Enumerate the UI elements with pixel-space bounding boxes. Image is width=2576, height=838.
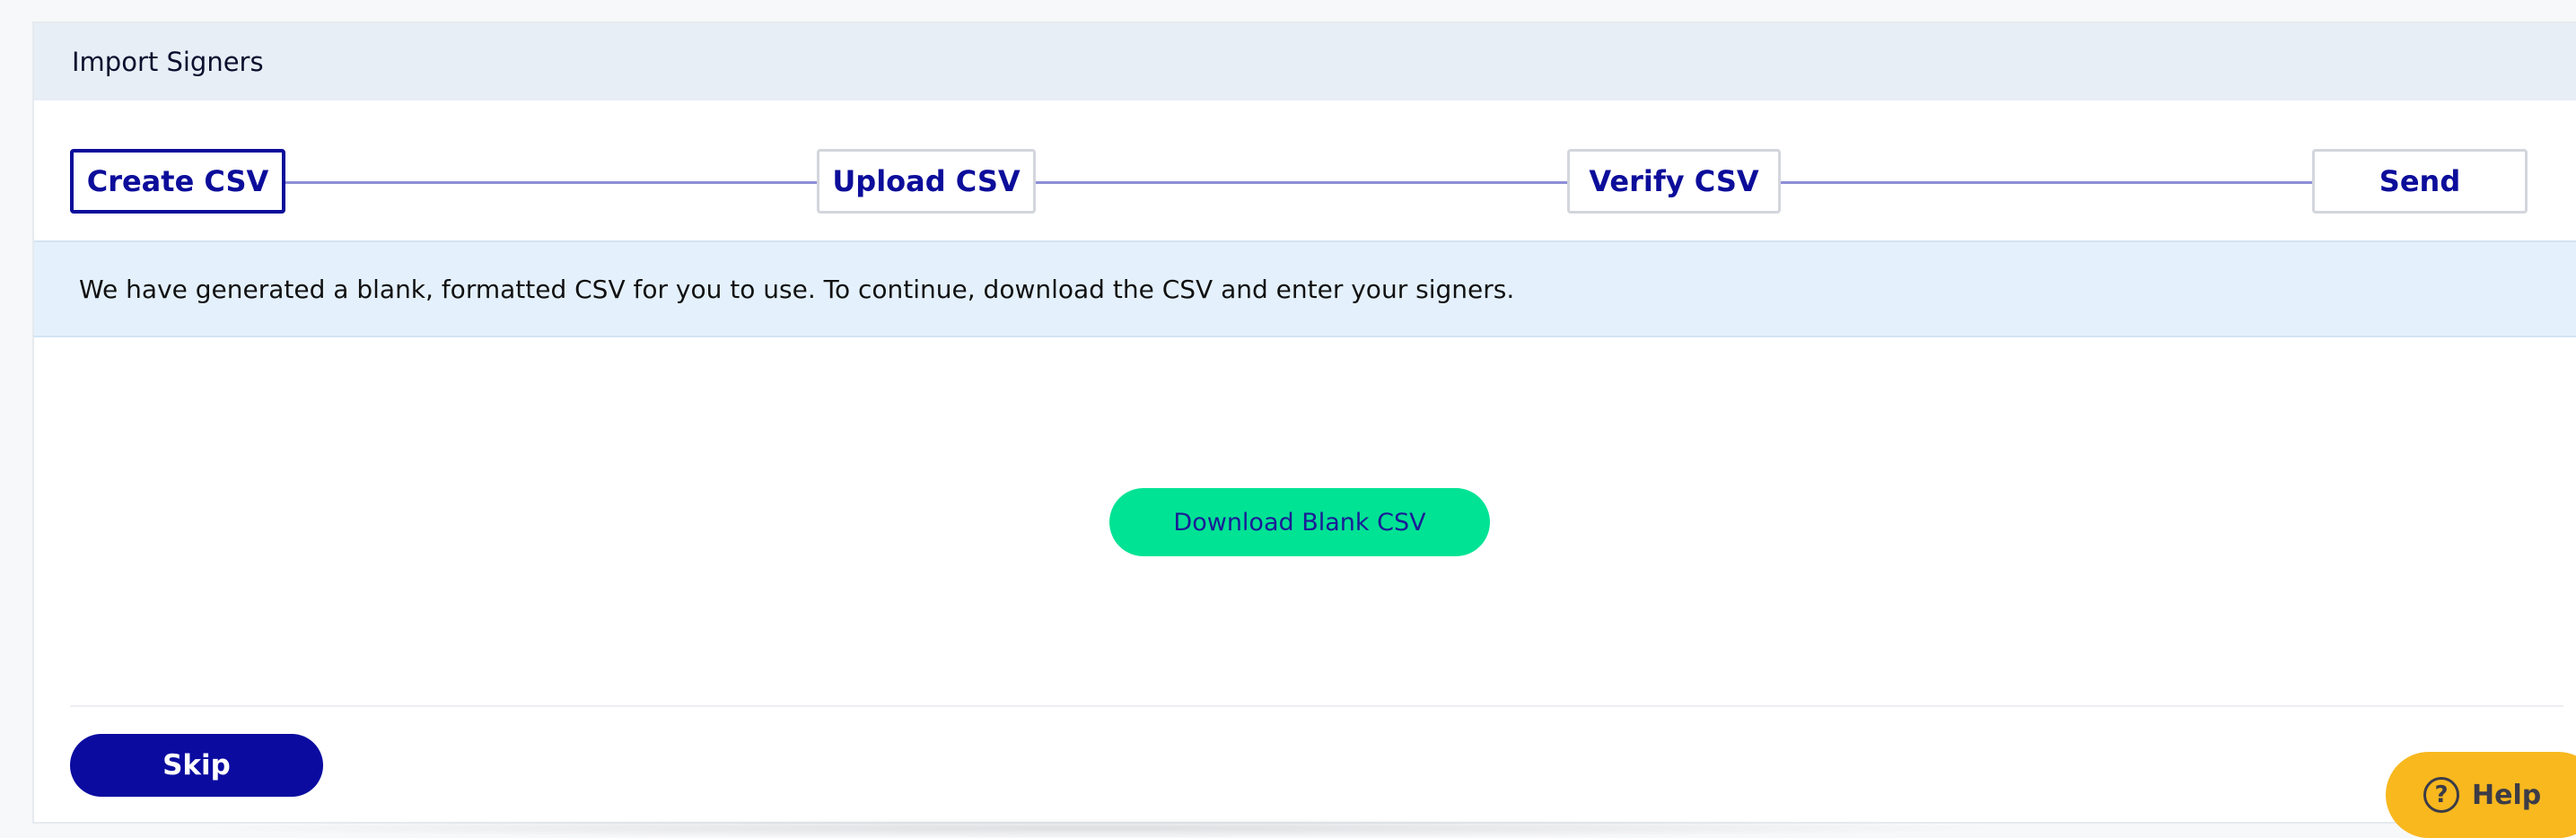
step-verify-csv[interactable]: Verify CSV: [1567, 149, 1781, 214]
panel-shadow: [180, 818, 2020, 838]
divider: [70, 705, 2563, 707]
step-label: Create CSV: [86, 164, 269, 198]
step-label: Verify CSV: [1589, 164, 1759, 198]
skip-button[interactable]: Skip: [70, 734, 323, 797]
download-blank-csv-button[interactable]: Download Blank CSV: [1109, 488, 1490, 556]
skip-button-label: Skip: [162, 749, 231, 781]
stepper-connector-line: [250, 181, 2350, 184]
step-upload-csv[interactable]: Upload CSV: [817, 149, 1036, 214]
help-label: Help: [2472, 779, 2542, 811]
step-send[interactable]: Send: [2312, 149, 2528, 214]
stepper: Create CSV Upload CSV Verify CSV Send: [34, 100, 2576, 240]
help-button[interactable]: ? Help: [2386, 752, 2576, 838]
step-label: Send: [2379, 164, 2461, 198]
info-banner: We have generated a blank, formatted CSV…: [34, 240, 2576, 337]
step-create-csv[interactable]: Create CSV: [70, 149, 285, 214]
download-button-label: Download Blank CSV: [1173, 508, 1426, 537]
panel-title: Import Signers: [72, 47, 264, 77]
step-label: Upload CSV: [832, 164, 1021, 198]
import-signers-panel: Import Signers Create CSV Upload CSV Ver…: [32, 22, 2576, 824]
question-circle-icon: ?: [2423, 777, 2459, 813]
panel-header: Import Signers: [34, 23, 2576, 100]
info-message: We have generated a blank, formatted CSV…: [79, 274, 1515, 304]
